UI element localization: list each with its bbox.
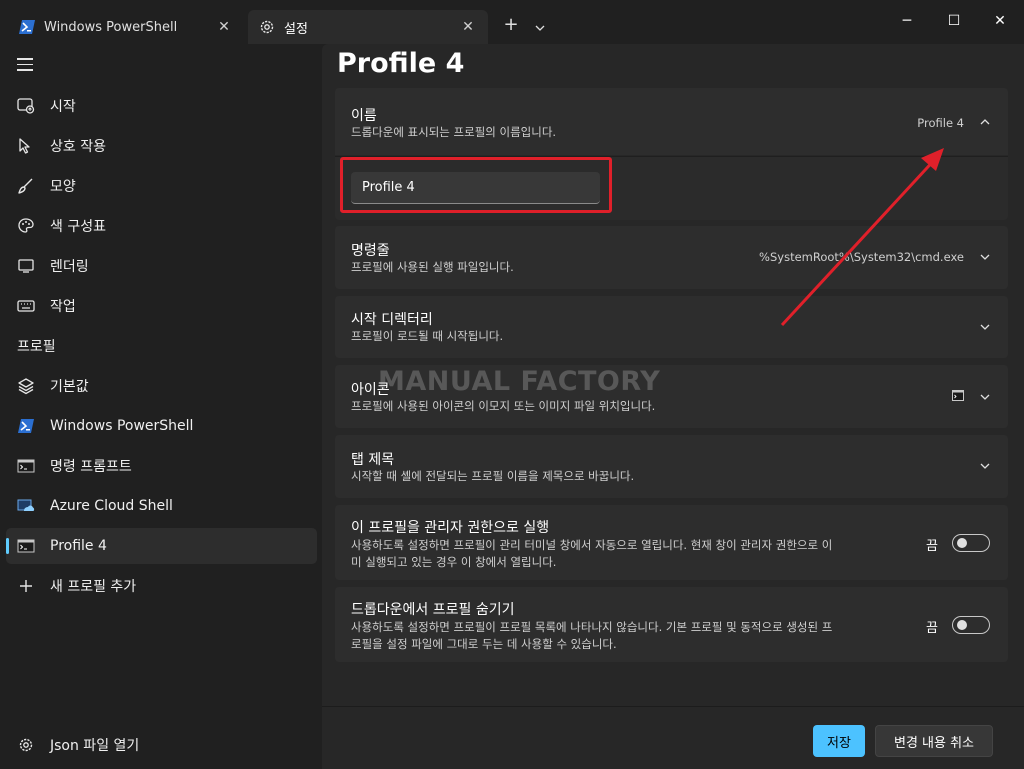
- setting-description: 사용하도록 설정하면 프로필이 프로필 목록에 나타나지 않습니다. 기본 프로…: [351, 620, 833, 651]
- sidebar-item-label: 새 프로필 추가: [50, 579, 137, 595]
- setting-hide-from-dropdown: 드롭다운에서 프로필 숨기기 사용하도록 설정하면 프로필이 프로필 목록에 나…: [335, 587, 1008, 662]
- setting-title: 탭 제목: [351, 452, 395, 468]
- sidebar-item-rendering[interactable]: 렌더링: [6, 248, 317, 284]
- sidebar-item-label: 작업: [50, 299, 76, 315]
- setting-tab-title[interactable]: 탭 제목 시작할 때 셸에 전달되는 프로필 이름을 제목으로 바꿉니다.: [335, 435, 1008, 498]
- sidebar-item-label: 기본값: [50, 379, 89, 395]
- close-window-button[interactable]: ✕: [977, 6, 1023, 36]
- sidebar-item-label: Json 파일 열기: [50, 738, 140, 754]
- setting-title: 이 프로필을 관리자 권한으로 실행: [351, 520, 550, 536]
- discard-changes-button[interactable]: 변경 내용 취소: [875, 725, 993, 757]
- sidebar-item-startup[interactable]: 시작: [6, 88, 317, 124]
- gear-icon: [16, 735, 36, 755]
- setting-description: 프로필에 사용된 아이콘의 이모지 또는 이미지 파일 위치입니다.: [351, 399, 656, 413]
- page-title: Profile 4: [337, 48, 465, 79]
- cmd-icon: [16, 536, 36, 556]
- toggle-state-label: 끔: [926, 539, 938, 554]
- sidebar-item-label: 상호 작용: [50, 139, 106, 155]
- setting-description: 사용하도록 설정하면 프로필이 관리 터미널 창에서 자동으로 열립니다. 현재…: [351, 538, 833, 569]
- hide-profile-toggle[interactable]: [952, 616, 990, 634]
- setting-title: 드롭다운에서 프로필 숨기기: [351, 602, 515, 618]
- sidebar-item-defaults[interactable]: 기본값: [6, 368, 317, 404]
- keyboard-icon: [16, 296, 36, 316]
- palette-icon: [16, 216, 36, 236]
- sidebar-item-actions[interactable]: 작업: [6, 288, 317, 324]
- setting-title: 이름: [351, 108, 377, 124]
- chevron-down-icon[interactable]: [978, 320, 992, 334]
- powershell-icon: [16, 416, 36, 436]
- chevron-down-icon[interactable]: [978, 459, 992, 473]
- sidebar-item-add-new-profile[interactable]: 새 프로필 추가: [6, 568, 317, 604]
- sidebar-item-interaction[interactable]: 상호 작용: [6, 128, 317, 164]
- watermark: MANUAL FACTORY: [378, 366, 661, 397]
- startup-icon: [16, 96, 36, 116]
- setting-description: 드롭다운에 표시되는 프로필의 이름입니다.: [351, 125, 557, 139]
- title-bar: Windows PowerShell ✕ 설정 ✕ + ─ ☐ ✕: [0, 0, 1024, 44]
- tab-settings[interactable]: 설정 ✕: [248, 10, 488, 44]
- sidebar-item-windows-powershell[interactable]: Windows PowerShell: [6, 408, 317, 444]
- settings-content: Profile 4 이름 드롭다운에 표시되는 프로필의 이름입니다. Prof…: [322, 44, 1024, 768]
- minimize-button[interactable]: ─: [884, 6, 930, 36]
- sidebar-item-azure-cloud-shell[interactable]: Azure Cloud Shell: [6, 488, 317, 524]
- sidebar-item-profile-4[interactable]: Profile 4: [6, 528, 317, 564]
- setting-description: 프로필에 사용된 실행 파일입니다.: [351, 260, 514, 274]
- footer-bar: 저장 변경 내용 취소: [322, 706, 1024, 769]
- chevron-down-icon[interactable]: [978, 390, 992, 404]
- sidebar-item-label: 시작: [50, 99, 76, 115]
- chevron-down-icon: [535, 25, 545, 31]
- cmd-icon: [952, 390, 964, 401]
- sidebar: 시작 상호 작용 모양 색 구성표 렌더링 작업 프로필 기본값 Windows…: [0, 44, 322, 768]
- sidebar-item-label: Profile 4: [50, 538, 107, 554]
- chevron-down-icon[interactable]: [978, 250, 992, 264]
- tab-dropdown-button[interactable]: [528, 14, 552, 38]
- profiles-section-label: 프로필: [17, 339, 56, 355]
- setting-description: 프로필이 로드될 때 시작됩니다.: [351, 329, 504, 343]
- layers-icon: [16, 376, 36, 396]
- run-as-admin-toggle[interactable]: [952, 534, 990, 552]
- hamburger-menu-icon[interactable]: [17, 58, 33, 72]
- sidebar-item-command-prompt[interactable]: 명령 프롬프트: [6, 448, 317, 484]
- monitor-icon: [16, 256, 36, 276]
- brush-icon: [16, 176, 36, 196]
- setting-run-as-admin: 이 프로필을 관리자 권한으로 실행 사용하도록 설정하면 프로필이 관리 터미…: [335, 505, 1008, 580]
- sidebar-item-color-schemes[interactable]: 색 구성표: [6, 208, 317, 244]
- cmd-icon: [16, 456, 36, 476]
- toggle-state-label: 끔: [926, 621, 938, 636]
- sidebar-item-label: 렌더링: [50, 259, 89, 275]
- annotation-highlight-box: [340, 157, 612, 213]
- interaction-icon: [16, 136, 36, 156]
- setting-name[interactable]: 이름 드롭다운에 표시되는 프로필의 이름입니다. Profile 4: [335, 88, 1008, 155]
- tab-label: Windows PowerShell: [44, 19, 178, 35]
- close-tab-icon[interactable]: ✕: [458, 19, 478, 35]
- powershell-icon: [18, 18, 36, 36]
- new-tab-button[interactable]: +: [498, 14, 524, 38]
- sidebar-item-open-json[interactable]: Json 파일 열기: [6, 727, 317, 763]
- chevron-up-icon[interactable]: [978, 115, 992, 129]
- sidebar-item-label: Windows PowerShell: [50, 418, 194, 434]
- setting-title: 명령줄: [351, 243, 390, 259]
- setting-title: 시작 디렉터리: [351, 312, 433, 328]
- setting-value: Profile 4: [917, 116, 964, 130]
- setting-commandline[interactable]: 명령줄 프로필에 사용된 실행 파일입니다. %SystemRoot%\Syst…: [335, 226, 1008, 289]
- sidebar-item-label: 모양: [50, 179, 76, 195]
- maximize-button[interactable]: ☐: [931, 6, 977, 36]
- save-button[interactable]: 저장: [813, 725, 865, 757]
- sidebar-item-label: 색 구성표: [50, 219, 106, 235]
- tab-label: 설정: [284, 21, 308, 37]
- close-tab-icon[interactable]: ✕: [214, 19, 234, 35]
- setting-description: 시작할 때 셸에 전달되는 프로필 이름을 제목으로 바꿉니다.: [351, 469, 635, 483]
- setting-starting-directory[interactable]: 시작 디렉터리 프로필이 로드될 때 시작됩니다.: [335, 296, 1008, 358]
- tab-windows-powershell[interactable]: Windows PowerShell ✕: [8, 10, 244, 44]
- sidebar-item-label: 명령 프롬프트: [50, 459, 132, 475]
- sidebar-item-appearance[interactable]: 모양: [6, 168, 317, 204]
- gear-icon: [258, 18, 276, 36]
- azure-icon: [16, 496, 36, 516]
- setting-value: %SystemRoot%\System32\cmd.exe: [759, 250, 964, 264]
- sidebar-item-label: Azure Cloud Shell: [50, 498, 173, 514]
- plus-icon: [16, 576, 36, 596]
